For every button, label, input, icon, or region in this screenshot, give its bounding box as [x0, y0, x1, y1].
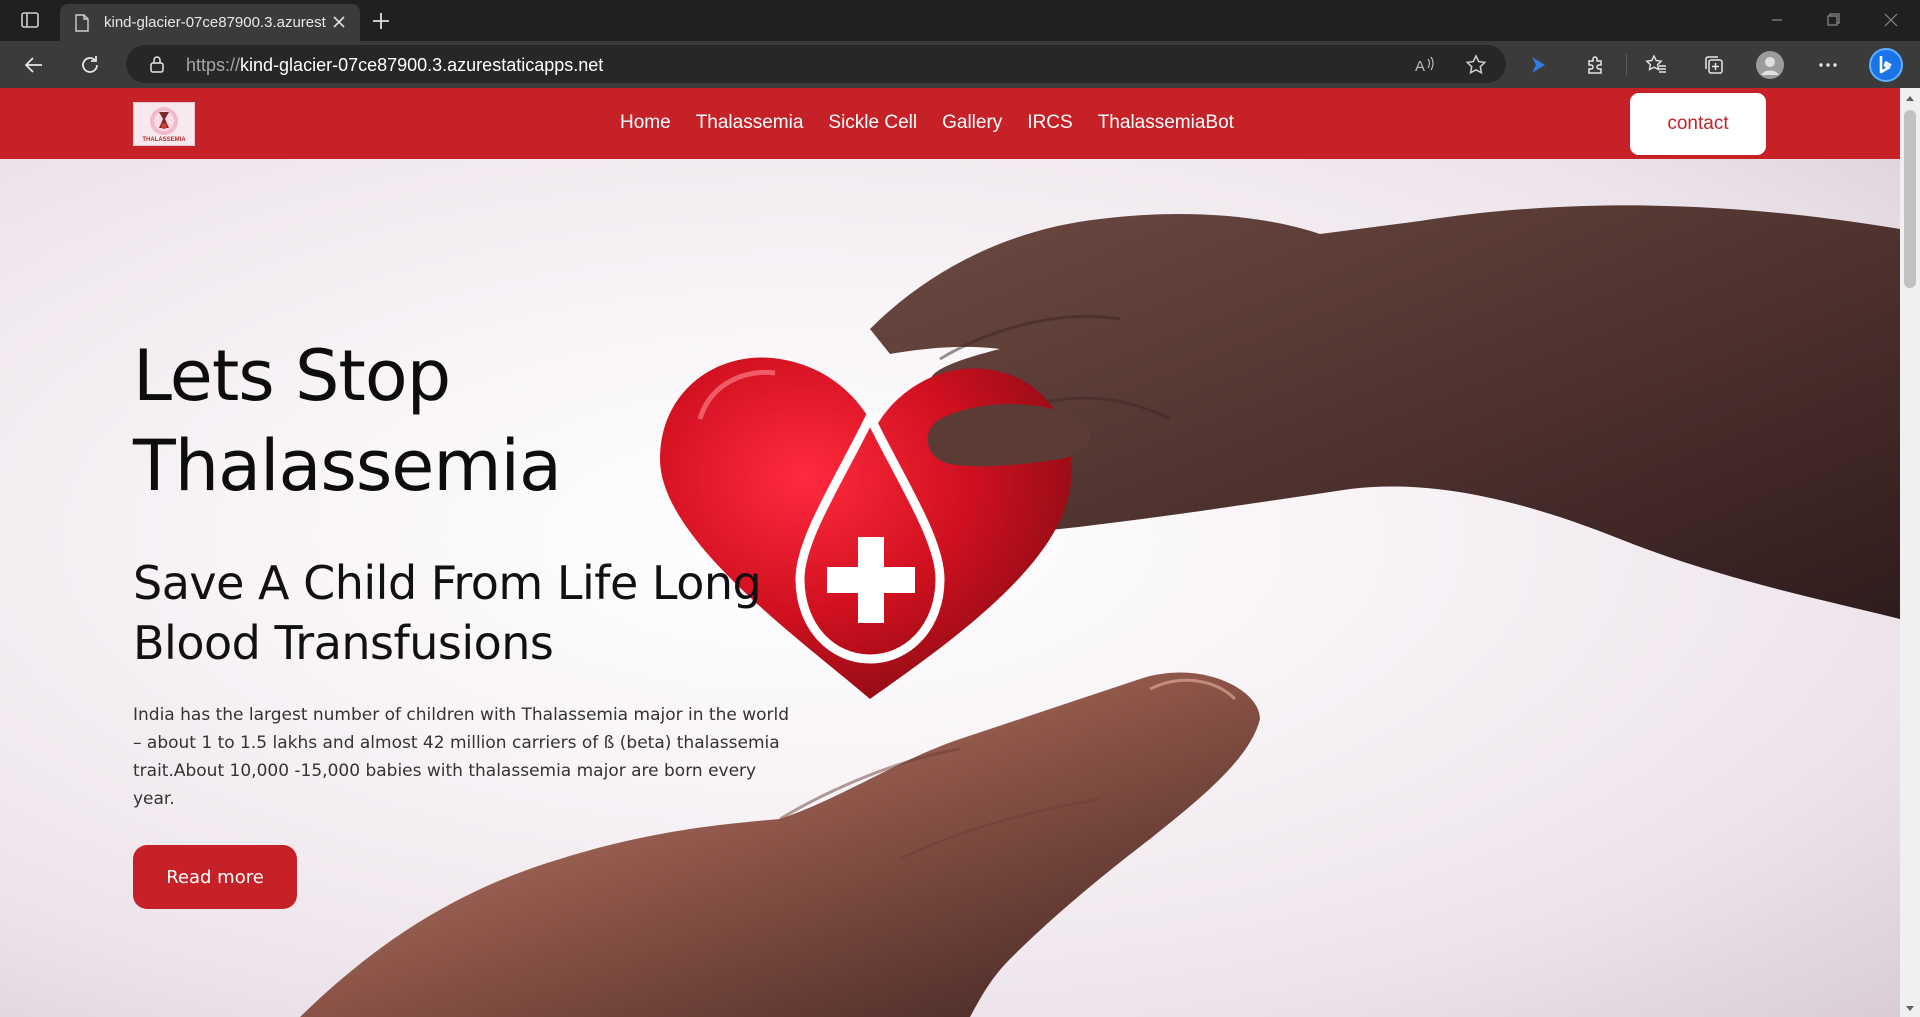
lock-icon[interactable]	[148, 55, 166, 73]
restore-icon[interactable]	[1818, 8, 1848, 32]
address-bar[interactable]: https://kind-glacier-07ce87900.3.azurest…	[126, 45, 1506, 83]
site-logo[interactable]: THALASSEMIA	[133, 102, 195, 146]
tab-title: kind-glacier-07ce87900.3.azurest	[104, 14, 326, 31]
browser-tab-bar: kind-glacier-07ce87900.3.azurest	[0, 0, 1920, 41]
browser-toolbar: https://kind-glacier-07ce87900.3.azurest…	[0, 41, 1920, 88]
bing-icon[interactable]	[1868, 47, 1904, 83]
logo-emblem-icon	[150, 106, 178, 135]
hero-title: Lets Stop Thalassemia	[133, 335, 562, 507]
page-scrollbar[interactable]	[1900, 88, 1920, 1017]
favorite-star-icon[interactable]	[1464, 53, 1488, 77]
collections-icon[interactable]	[1700, 51, 1728, 79]
url-text[interactable]: https://kind-glacier-07ce87900.3.azurest…	[186, 55, 603, 76]
plus-icon[interactable]	[368, 8, 394, 34]
nav-sickle-cell[interactable]: Sickle Cell	[828, 112, 917, 134]
hero-section: Lets Stop Thalassemia Save A Child From …	[0, 159, 1900, 1017]
nav-thalassemia[interactable]: Thalassemia	[696, 112, 804, 134]
logo-text: THALASSEMIA	[142, 136, 186, 143]
scroll-up-icon[interactable]	[1905, 94, 1915, 102]
scroll-down-icon[interactable]	[1905, 1005, 1915, 1013]
refresh-icon[interactable]	[76, 51, 104, 79]
svg-text:A: A	[1415, 58, 1425, 75]
nav-home[interactable]: Home	[620, 112, 671, 134]
back-icon[interactable]	[20, 51, 48, 79]
site-header: THALASSEMIA Home Thalassemia Sickle Cell…	[0, 88, 1900, 159]
contact-button[interactable]: contact	[1630, 93, 1766, 155]
more-icon[interactable]	[1814, 51, 1842, 79]
read-aloud-icon[interactable]: A	[1412, 53, 1436, 77]
nav-gallery[interactable]: Gallery	[942, 112, 1002, 134]
hero-description: India has the largest number of children…	[133, 705, 790, 809]
extensions-icon[interactable]	[1582, 51, 1610, 79]
copilot-icon[interactable]	[1524, 51, 1552, 79]
hero-text-block: Lets Stop Thalassemia Save A Child From …	[133, 331, 833, 909]
minimize-icon[interactable]	[1762, 8, 1792, 32]
toolbar-separator	[1626, 54, 1627, 76]
main-nav: Home Thalassemia Sickle Cell Gallery IRC…	[620, 112, 1259, 134]
read-more-button[interactable]: Read more	[133, 845, 297, 909]
close-window-icon[interactable]	[1876, 8, 1906, 32]
page-icon	[74, 13, 90, 32]
browser-tab[interactable]: kind-glacier-07ce87900.3.azurest	[60, 4, 360, 41]
scrollbar-thumb[interactable]	[1904, 110, 1916, 288]
hero-subtitle: Save A Child From Life Long Blood Transf…	[133, 556, 762, 670]
page-viewport: THALASSEMIA Home Thalassemia Sickle Cell…	[0, 88, 1900, 1017]
favorites-icon[interactable]	[1642, 51, 1670, 79]
profile-icon[interactable]	[1754, 49, 1786, 81]
nav-ircs[interactable]: IRCS	[1027, 112, 1072, 134]
close-icon[interactable]	[330, 13, 348, 31]
nav-thalassemiabot[interactable]: ThalassemiaBot	[1098, 112, 1234, 134]
tab-actions-icon[interactable]	[10, 4, 50, 36]
